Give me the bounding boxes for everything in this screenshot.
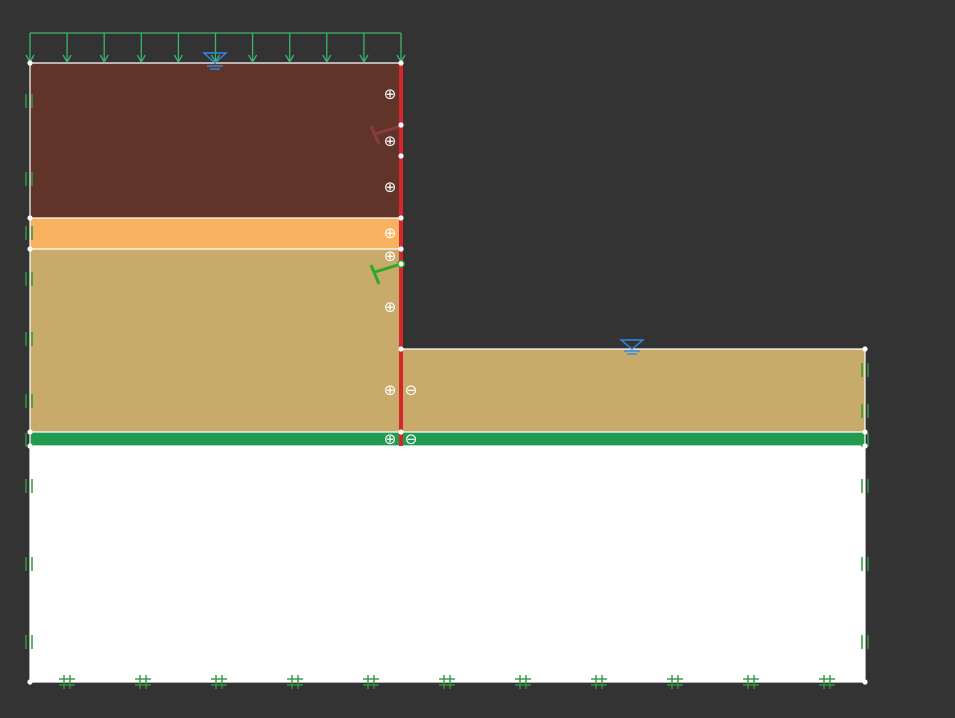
surcharge-arrow <box>396 33 406 64</box>
geometry-node[interactable] <box>27 443 33 449</box>
geometry-node[interactable] <box>398 429 404 435</box>
surcharge-arrow <box>25 33 35 64</box>
positive-interface-icon: ⊕ <box>384 381 397 399</box>
surcharge-arrow <box>285 33 295 64</box>
geometry-node[interactable] <box>398 60 404 66</box>
surcharge-arrow <box>359 33 369 64</box>
surcharge-arrow <box>173 33 183 64</box>
geometry-node[interactable] <box>27 679 33 685</box>
positive-interface-icon: ⊕ <box>384 178 397 196</box>
negative-interface-icon: ⊖ <box>405 381 418 399</box>
soil-layer-main-left[interactable] <box>30 249 401 432</box>
negative-interface-icon: ⊖ <box>405 430 418 448</box>
geometry-node[interactable] <box>27 429 33 435</box>
positive-interface-icon: ⊕ <box>384 85 397 103</box>
interface-layer[interactable] <box>30 432 865 446</box>
surcharge-arrow <box>99 33 109 64</box>
surcharge-arrow <box>136 33 146 64</box>
positive-interface-icon: ⊕ <box>384 247 397 265</box>
positive-interface-icon: ⊕ <box>384 298 397 316</box>
surcharge-arrow <box>62 33 72 64</box>
geometry-node[interactable] <box>398 246 404 252</box>
geometry-node[interactable] <box>862 679 868 685</box>
soil-layers <box>30 63 865 682</box>
surcharge-load-icon[interactable] <box>25 32 406 64</box>
anchor-head-node[interactable] <box>397 260 405 268</box>
surcharge-arrow <box>210 33 221 64</box>
geotechnical-model-canvas[interactable]: ⊕ ⊕ ⊕ ⊕ ⊕ ⊕ ⊕ ⊕ ⊖ ⊖ <box>0 0 955 718</box>
geometry-node[interactable] <box>27 60 33 66</box>
positive-interface-icon: ⊕ <box>384 132 397 150</box>
geometry-node[interactable] <box>862 429 868 435</box>
soil-layer-bottom[interactable] <box>30 446 865 682</box>
geometry-node[interactable] <box>398 122 404 128</box>
positive-interface-icon: ⊕ <box>384 224 397 242</box>
surcharge-arrow <box>322 33 332 64</box>
positive-interface-icon: ⊕ <box>384 430 397 448</box>
geometry-node[interactable] <box>398 215 404 221</box>
geometry-node[interactable] <box>398 346 404 352</box>
geometry-node[interactable] <box>27 215 33 221</box>
surcharge-arrow <box>248 33 258 64</box>
geometry-node[interactable] <box>398 153 404 159</box>
soil-layer-top[interactable] <box>30 63 401 218</box>
soil-layer-main-right[interactable] <box>401 349 865 432</box>
soil-layer-thin[interactable] <box>30 218 401 249</box>
geometry-node[interactable] <box>27 246 33 252</box>
geometry-node[interactable] <box>862 346 868 352</box>
geometry-node[interactable] <box>862 443 868 449</box>
